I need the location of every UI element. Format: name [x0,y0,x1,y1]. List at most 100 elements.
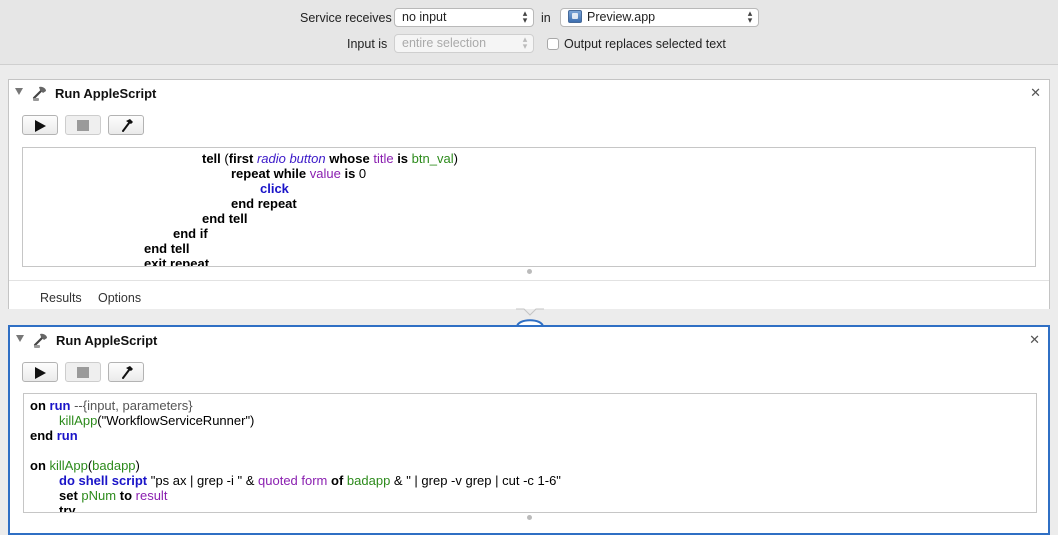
select-arrows-icon: ▴ ▾ [522,8,528,25]
run-button[interactable] [22,362,58,382]
stop-icon [77,120,89,131]
code-token: end if [173,226,208,241]
code-line: killApp("WorkflowServiceRunner") [59,413,254,428]
code-token: click [260,181,289,196]
code-token: is [344,166,356,181]
code-token: end [30,428,54,443]
disclosure-triangle-icon[interactable] [15,88,23,95]
action-title: Run AppleScript [56,333,158,348]
select-arrows-icon: ▴ ▾ [747,8,753,25]
code-token: end tell [202,211,248,226]
preview-app-icon [568,10,582,23]
code-token: 0 [355,166,367,181]
code-line: end if [173,226,208,241]
code-token: run [49,398,71,413]
code-token: ) [135,458,140,473]
code-token: killApp [59,413,98,428]
service-receives-select[interactable]: no input ▴ ▾ [394,8,534,27]
application-select[interactable]: Preview.app ▴ ▾ [560,8,759,27]
script-editor[interactable]: on run --{input, parameters} killApp("Wor… [23,393,1037,513]
action-header: Run AppleScript ✕ [9,80,1049,106]
code-line: end run [30,428,78,443]
script-editor[interactable]: tell (first radio button whose title is … [22,147,1036,267]
code-token: exit repeat [144,256,210,267]
code-token: "ps ax | grep -i " & [147,473,259,488]
code-token: result [135,488,168,503]
resize-handle[interactable] [527,515,532,520]
code-token: is [397,151,409,166]
run-button[interactable] [22,115,58,135]
input-is-select[interactable]: entire selection ▴ ▾ [394,34,534,53]
compile-button[interactable] [108,362,144,382]
code-token: to [119,488,133,503]
code-token: end repeat [231,196,297,211]
code-token: title [373,151,394,166]
action-header: Run AppleScript ✕ [10,327,1048,353]
code-token: badapp [92,458,136,473]
code-line: try [59,503,76,513]
run-applescript-action-2: Run AppleScript ✕ on run --{input, param… [8,325,1050,535]
disclosure-triangle-icon[interactable] [16,335,24,342]
input-is-row: Input is entire selection ▴ ▾ Output repl… [0,33,1058,55]
play-icon [35,367,46,379]
code-token: tell [202,151,221,166]
application-value: Preview.app [587,10,656,24]
code-token: first [228,151,254,166]
in-label: in [541,11,551,25]
code-token: ( [220,151,229,166]
code-token: pNum [81,488,117,503]
code-token: radio button [256,151,326,166]
input-is-label: Input is [347,37,388,51]
action-tab-bar: Results Options [9,280,1049,309]
service-receives-value: no input [402,10,447,24]
stop-icon [77,367,89,378]
code-token: do shell script [59,473,148,488]
code-token: on [30,458,46,473]
hammer-icon [122,366,133,379]
stop-button[interactable] [65,115,101,135]
code-token: & " | grep -v grep | cut -c 1-6" [390,473,561,488]
service-receives-label: Service receives [300,11,392,25]
code-token: set [59,488,78,503]
code-line: end tell [202,211,248,226]
action-title: Run AppleScript [55,86,157,101]
run-applescript-action-1: Run AppleScript ✕ tell (first radio butt… [8,79,1050,309]
compile-button[interactable] [108,115,144,135]
code-line: on run --{input, parameters} [30,398,193,413]
close-icon[interactable]: ✕ [1029,332,1040,348]
service-options-bar: Service receives no input ▴ ▾ in Preview.… [0,0,1058,65]
tab-options[interactable]: Options [98,291,141,305]
applescript-icon [33,333,47,348]
code-token: run [56,428,78,443]
hammer-icon [122,119,133,132]
code-token: value [309,166,341,181]
code-line: exit repeat [144,256,210,267]
close-icon[interactable]: ✕ [1030,85,1041,101]
code-token: on [30,398,46,413]
code-line: on killApp(badapp) [30,458,140,473]
resize-handle[interactable] [527,269,532,274]
stop-button[interactable] [65,362,101,382]
code-token: repeat while [231,166,307,181]
service-receives-row: Service receives no input ▴ ▾ in Preview.… [0,7,1058,29]
input-is-value: entire selection [402,36,487,50]
code-token: quoted form [258,473,328,488]
applescript-icon [32,86,46,101]
code-line: do shell script "ps ax | grep -i " & quo… [59,473,561,488]
code-token: whose [329,151,370,166]
code-token: end tell [144,241,190,256]
code-line: tell (first radio button whose title is … [202,151,458,166]
play-icon [35,120,46,132]
code-token: --{input, parameters} [70,398,193,413]
code-token: of [331,473,344,488]
code-token: try [59,503,76,513]
code-token: ) [453,151,458,166]
code-token: badapp [346,473,391,488]
code-token: btn_val [411,151,454,166]
code-line: click [260,181,289,196]
code-line: repeat while value is 0 [231,166,366,181]
output-replaces-label: Output replaces selected text [564,37,726,51]
output-replaces-checkbox[interactable] [547,38,559,50]
tab-results[interactable]: Results [40,291,82,305]
code-token: killApp [49,458,88,473]
